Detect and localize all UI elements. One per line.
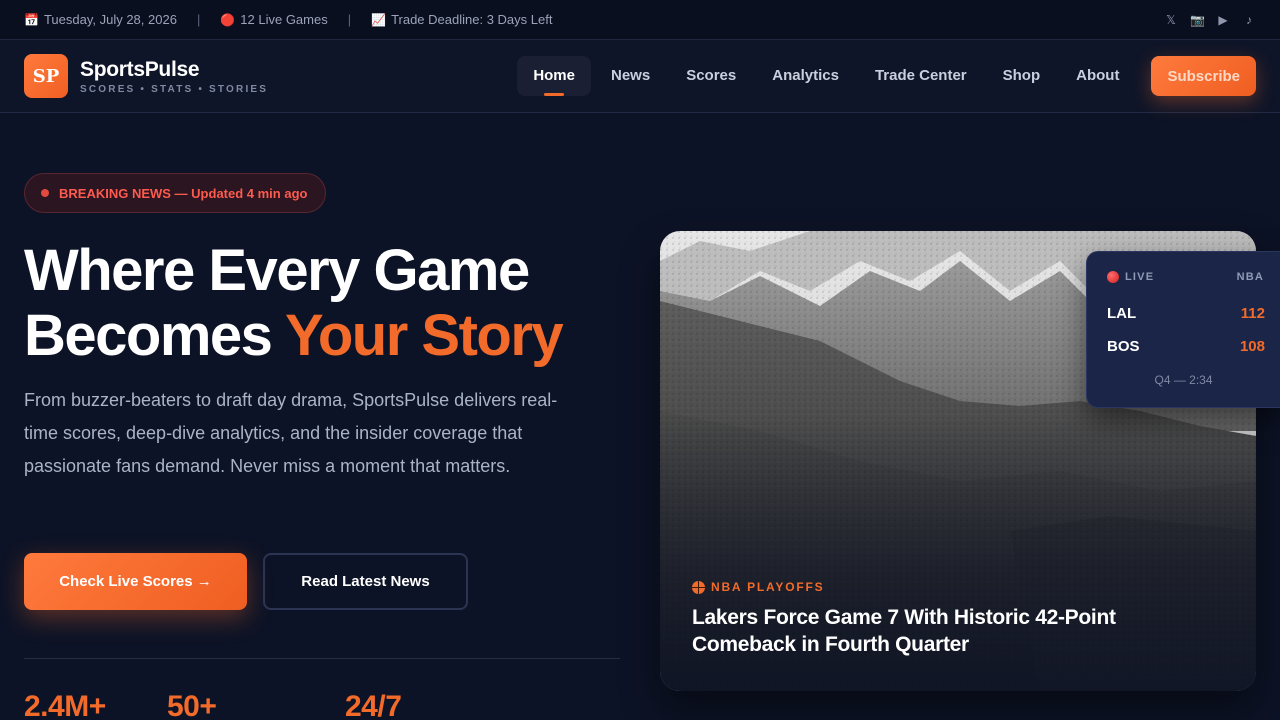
brand-tagline: SCORES • STATS • STORIES <box>80 83 269 95</box>
main-nav: Home News Scores Analytics Trade Center … <box>517 56 1135 96</box>
chart-up-icon: 📈 <box>371 12 387 27</box>
breaking-dot-icon <box>41 189 49 197</box>
read-latest-news-button[interactable]: Read Latest News <box>263 553 468 610</box>
live-status: LIVE <box>1125 271 1155 283</box>
score-row-away: BOS 108 <box>1107 338 1265 355</box>
live-widget-header: LIVE NBA <box>1107 271 1264 283</box>
current-date: Tuesday, July 28, 2026 <box>43 12 177 27</box>
site-header: SP SportsPulse SCORES • STATS • STORIES … <box>0 40 1280 113</box>
live-games-info[interactable]: 🔴 12 Live Games <box>220 12 327 27</box>
trade-deadline-text: Trade Deadline: 3 Days Left <box>391 12 553 27</box>
hero-headline: Where Every Game Becomes Your Story <box>24 238 624 368</box>
basketball-icon <box>692 580 705 594</box>
nav-about[interactable]: About <box>1060 56 1135 96</box>
live-dot-icon <box>1107 271 1119 283</box>
breaking-news-badge[interactable]: BREAKING NEWS — Updated 4 min ago <box>24 173 327 213</box>
nav-trade-center[interactable]: Trade Center <box>859 56 983 96</box>
trade-deadline-info[interactable]: 📈 Trade Deadline: 3 Days Left <box>371 12 552 27</box>
separator: | <box>196 12 201 27</box>
brand-name: SportsPulse <box>80 57 200 81</box>
nav-news[interactable]: News <box>595 56 666 96</box>
away-score: 108 <box>1239 338 1265 355</box>
stat-value: 24/7 <box>345 690 402 720</box>
home-team: LAL <box>1107 305 1137 322</box>
hero-lead: From buzzer-beaters to draft day drama, … <box>24 390 558 476</box>
nav-scores[interactable]: Scores <box>670 56 752 96</box>
stat-value: 2.4M+ <box>24 690 106 720</box>
stats-divider <box>24 658 620 659</box>
youtube-icon[interactable]: ▶ <box>1216 13 1230 27</box>
game-clock: Q4 — 2:34 <box>1154 373 1213 387</box>
nav-analytics[interactable]: Analytics <box>756 56 855 96</box>
nav-home[interactable]: Home <box>517 56 591 96</box>
social-links: 𝕏 📷 ▶ ♪ <box>1164 13 1256 27</box>
headline-accent: Your Story <box>284 303 564 368</box>
brand[interactable]: SportsPulse SCORES • STATS • STORIES <box>80 58 268 95</box>
home-score: 112 <box>1240 305 1265 322</box>
live-score-widget[interactable]: LIVE NBA LAL 112 BOS 108 Q4 — 2:34 <box>1086 251 1280 408</box>
logo-mark[interactable]: SP <box>24 54 68 98</box>
league-label: NBA <box>1236 271 1264 283</box>
score-row-home: LAL 112 <box>1107 305 1265 322</box>
check-live-scores-button[interactable]: Check Live Scores → <box>24 553 247 610</box>
live-games-count: 12 Live Games <box>240 12 328 27</box>
headline-line-2: Becomes <box>24 303 285 368</box>
live-dot-icon: 🔴 <box>220 12 236 27</box>
separator: | <box>347 12 352 27</box>
tiktok-icon[interactable]: ♪ <box>1242 13 1256 27</box>
breaking-news-text: BREAKING NEWS — Updated 4 min ago <box>59 185 308 201</box>
away-team: BOS <box>1107 338 1140 355</box>
story-category-label: NBA PLAYOFFS <box>711 580 825 594</box>
story-title[interactable]: Lakers Force Game 7 With Historic 42-Poi… <box>692 604 1162 658</box>
calendar-icon: 📅 <box>24 12 39 27</box>
instagram-icon[interactable]: 📷 <box>1190 13 1205 27</box>
headline-line-1: Where Every Game <box>24 238 530 303</box>
stat-value: 50+ <box>167 690 217 720</box>
date-info: 📅 Tuesday, July 28, 2026 <box>24 12 177 27</box>
subscribe-button[interactable]: Subscribe <box>1151 56 1256 96</box>
nav-shop[interactable]: Shop <box>987 56 1057 96</box>
x-icon[interactable]: 𝕏 <box>1164 13 1178 27</box>
top-utility-bar: 📅 Tuesday, July 28, 2026 | 🔴 12 Live Gam… <box>0 0 1280 40</box>
story-category: NBA PLAYOFFS <box>692 580 824 594</box>
